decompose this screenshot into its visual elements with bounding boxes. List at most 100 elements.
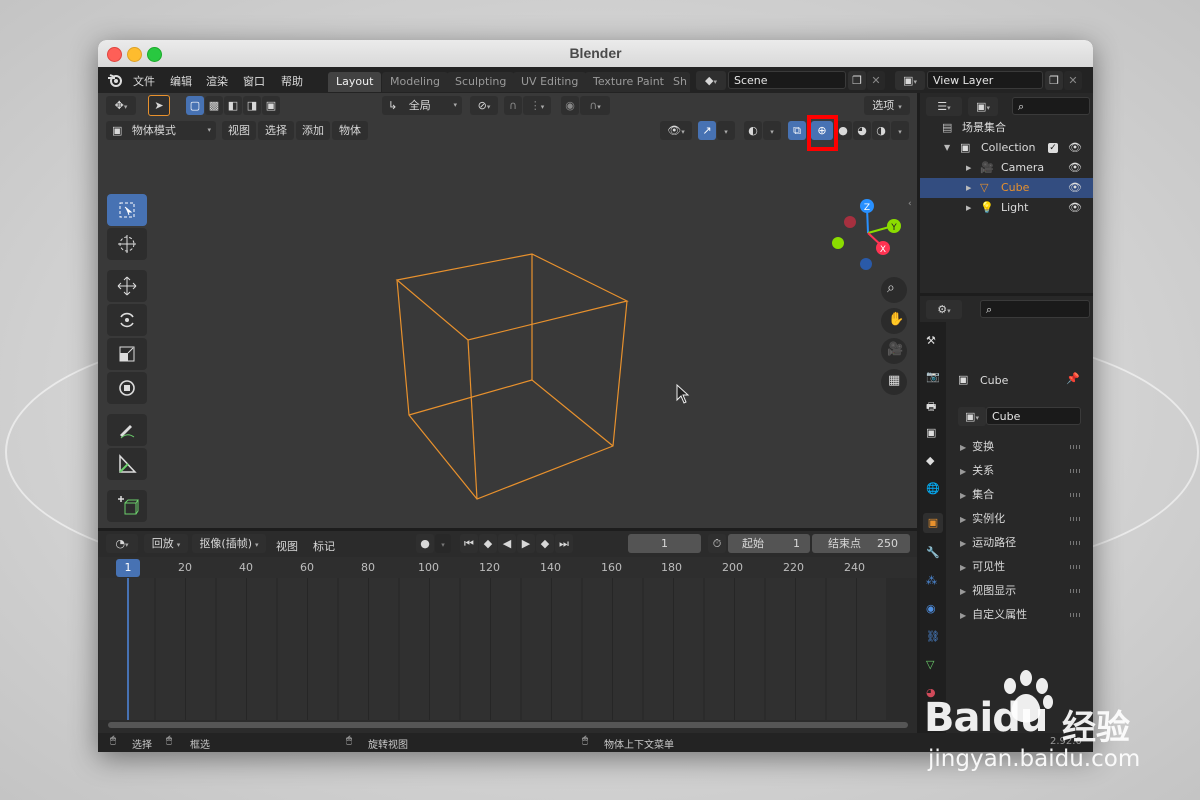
- tab-texture-paint[interactable]: Texture Paint: [585, 72, 672, 92]
- menu-help[interactable]: 帮助: [281, 73, 303, 89]
- end-frame-field[interactable]: 结束点 250: [812, 534, 910, 553]
- menu-file[interactable]: 文件: [133, 73, 155, 89]
- zoom-button[interactable]: ⌕: [881, 277, 907, 303]
- auto-keying-dropdown[interactable]: ▾: [435, 534, 451, 553]
- section-collections[interactable]: ▶ 集合: [960, 485, 1088, 505]
- display-mode-dropdown[interactable]: ▣▾: [968, 97, 998, 116]
- timeline-scrollbar[interactable]: [108, 722, 908, 728]
- drag-handle-icon[interactable]: [1070, 589, 1082, 593]
- scene-collection-row[interactable]: ▤ 场景集合: [920, 118, 1093, 138]
- pin-icon[interactable]: 📌: [1066, 372, 1080, 385]
- auto-keying-toggle[interactable]: ●: [416, 534, 434, 553]
- sidebar-toggle[interactable]: ‹: [908, 199, 912, 209]
- section-instancing[interactable]: ▶ 实例化: [960, 509, 1088, 529]
- current-frame-field[interactable]: 1: [628, 534, 701, 553]
- jump-end-button[interactable]: ⏭: [555, 534, 573, 553]
- tab-layout[interactable]: Layout: [328, 72, 382, 92]
- object-tab-icon[interactable]: ▣: [923, 513, 943, 533]
- preview-range-toggle[interactable]: ⏱: [708, 534, 726, 553]
- world-tab-icon[interactable]: 🌐: [926, 482, 940, 495]
- outliner-editor-type[interactable]: ☰▾: [926, 97, 962, 116]
- visibility-eye-icon[interactable]: 👁: [1068, 158, 1082, 178]
- menu-render[interactable]: 渲染: [206, 73, 228, 89]
- play-button[interactable]: ▶: [517, 534, 535, 553]
- start-frame-field[interactable]: 起始 1: [728, 534, 810, 553]
- data-tab-icon[interactable]: ▽: [926, 658, 934, 671]
- outliner-item-cube[interactable]: ▶ ▽ Cube 👁: [920, 178, 1093, 198]
- tab-modeling[interactable]: Modeling: [382, 72, 449, 92]
- drag-handle-icon[interactable]: [1070, 517, 1082, 521]
- visibility-eye-icon[interactable]: 👁: [1068, 138, 1082, 158]
- jump-start-button[interactable]: ⏮: [460, 534, 478, 553]
- section-transform[interactable]: ▶ 变换: [960, 437, 1088, 457]
- camera-view-button[interactable]: 🎥: [881, 338, 907, 364]
- frame-ruler[interactable]: 1 20 40 60 80 100 120 140 160 180 200 22…: [98, 557, 917, 578]
- tab-sculpting[interactable]: Sculpting: [447, 72, 515, 92]
- output-tab-icon[interactable]: 🖶: [926, 398, 936, 417]
- expand-arrow-icon[interactable]: ▶: [966, 198, 971, 218]
- outliner-item-camera[interactable]: ▶ 🎥 Camera 👁: [920, 158, 1093, 178]
- section-motion-paths[interactable]: ▶ 运动路径: [960, 533, 1088, 553]
- play-reverse-button[interactable]: ◀: [498, 534, 516, 553]
- include-checkbox[interactable]: ✓: [1048, 143, 1058, 153]
- blender-logo-icon[interactable]: [107, 72, 123, 88]
- particles-tab-icon[interactable]: ⁂: [926, 574, 937, 587]
- timeline-editor-type[interactable]: ◔▾: [106, 534, 138, 553]
- outliner-search-input[interactable]: ⌕: [1012, 97, 1090, 115]
- pan-button[interactable]: ✋: [881, 308, 907, 334]
- current-frame-indicator[interactable]: 1: [116, 559, 140, 577]
- 3d-viewport[interactable]: ✥▾ ➤ ▢ ▩ ◧ ◨ ▣ ↳ 全局 ▾ ⊘▾ ∩ ⋮▾ ◉ ∩▾ 选项 ▾ ▣: [98, 93, 917, 528]
- section-viewport-display[interactable]: ▶ 视图显示: [960, 581, 1088, 601]
- axis-gizmo[interactable]: Z Y X: [826, 195, 910, 275]
- delete-scene-button[interactable]: ✕: [867, 71, 885, 90]
- object-name-field[interactable]: Cube: [986, 407, 1081, 425]
- drag-handle-icon[interactable]: [1070, 541, 1082, 545]
- drag-handle-icon[interactable]: [1070, 469, 1082, 473]
- scene-field[interactable]: Scene: [728, 71, 846, 89]
- collection-row[interactable]: ▼ ▣ Collection ✓ 👁: [920, 138, 1093, 158]
- drag-handle-icon[interactable]: [1070, 565, 1082, 569]
- visibility-eye-icon[interactable]: 👁: [1068, 178, 1082, 198]
- playback-dropdown[interactable]: 回放 ▾: [144, 534, 188, 553]
- expand-arrow-icon[interactable]: ▶: [966, 158, 971, 178]
- section-custom-properties[interactable]: ▶ 自定义属性: [960, 605, 1088, 625]
- outliner-icon: ☰: [937, 100, 948, 113]
- modifier-tab-icon[interactable]: 🔧: [926, 546, 940, 559]
- drag-handle-icon[interactable]: [1070, 493, 1082, 497]
- delete-view-layer-button[interactable]: ✕: [1064, 71, 1082, 90]
- view-layer-browse-button[interactable]: ▣▾: [895, 71, 925, 90]
- view-layer-tab-icon[interactable]: ▣: [926, 426, 936, 439]
- visibility-eye-icon[interactable]: 👁: [1068, 198, 1082, 218]
- physics-tab-icon[interactable]: ◉: [926, 602, 936, 615]
- perspective-toggle-button[interactable]: ▦: [881, 369, 907, 395]
- outliner-item-light[interactable]: ▶ 💡 Light 👁: [920, 198, 1093, 218]
- tool-tab-icon[interactable]: ⚒: [926, 334, 936, 347]
- keying-dropdown[interactable]: 抠像(插帧) ▾: [192, 534, 266, 553]
- tab-uv-editing[interactable]: UV Editing: [513, 72, 587, 92]
- expand-arrow-icon[interactable]: ▶: [966, 178, 971, 198]
- section-visibility[interactable]: ▶ 可见性: [960, 557, 1088, 577]
- expand-arrow-icon[interactable]: ▼: [944, 138, 950, 158]
- new-view-layer-button[interactable]: ❐: [1045, 71, 1063, 90]
- tab-shading[interactable]: Sh: [670, 72, 690, 92]
- constraints-tab-icon[interactable]: ⛓: [926, 630, 940, 643]
- section-relations[interactable]: ▶ 关系: [960, 461, 1088, 481]
- render-tab-icon[interactable]: 📷: [926, 370, 940, 383]
- drag-handle-icon[interactable]: [1070, 445, 1082, 449]
- properties-search-input[interactable]: ⌕: [980, 300, 1090, 318]
- keyframe-area[interactable]: [98, 578, 887, 720]
- cube-wireframe[interactable]: [98, 93, 917, 528]
- properties-editor-type[interactable]: ⚙▾: [926, 300, 962, 319]
- menu-window[interactable]: 窗口: [243, 73, 265, 89]
- menu-marker[interactable]: 标记: [313, 538, 335, 554]
- new-scene-button[interactable]: ❐: [848, 71, 866, 90]
- prev-keyframe-button[interactable]: ◆: [479, 534, 497, 553]
- object-browse-button[interactable]: ▣▾: [958, 407, 986, 426]
- drag-handle-icon[interactable]: [1070, 613, 1082, 617]
- menu-edit[interactable]: 编辑: [170, 73, 192, 89]
- menu-timeline-view[interactable]: 视图: [276, 538, 298, 554]
- view-layer-field[interactable]: View Layer: [927, 71, 1043, 89]
- scene-tab-icon[interactable]: ◆: [926, 454, 934, 467]
- scene-browse-button[interactable]: ◆▾: [696, 71, 726, 90]
- next-keyframe-button[interactable]: ◆: [536, 534, 554, 553]
